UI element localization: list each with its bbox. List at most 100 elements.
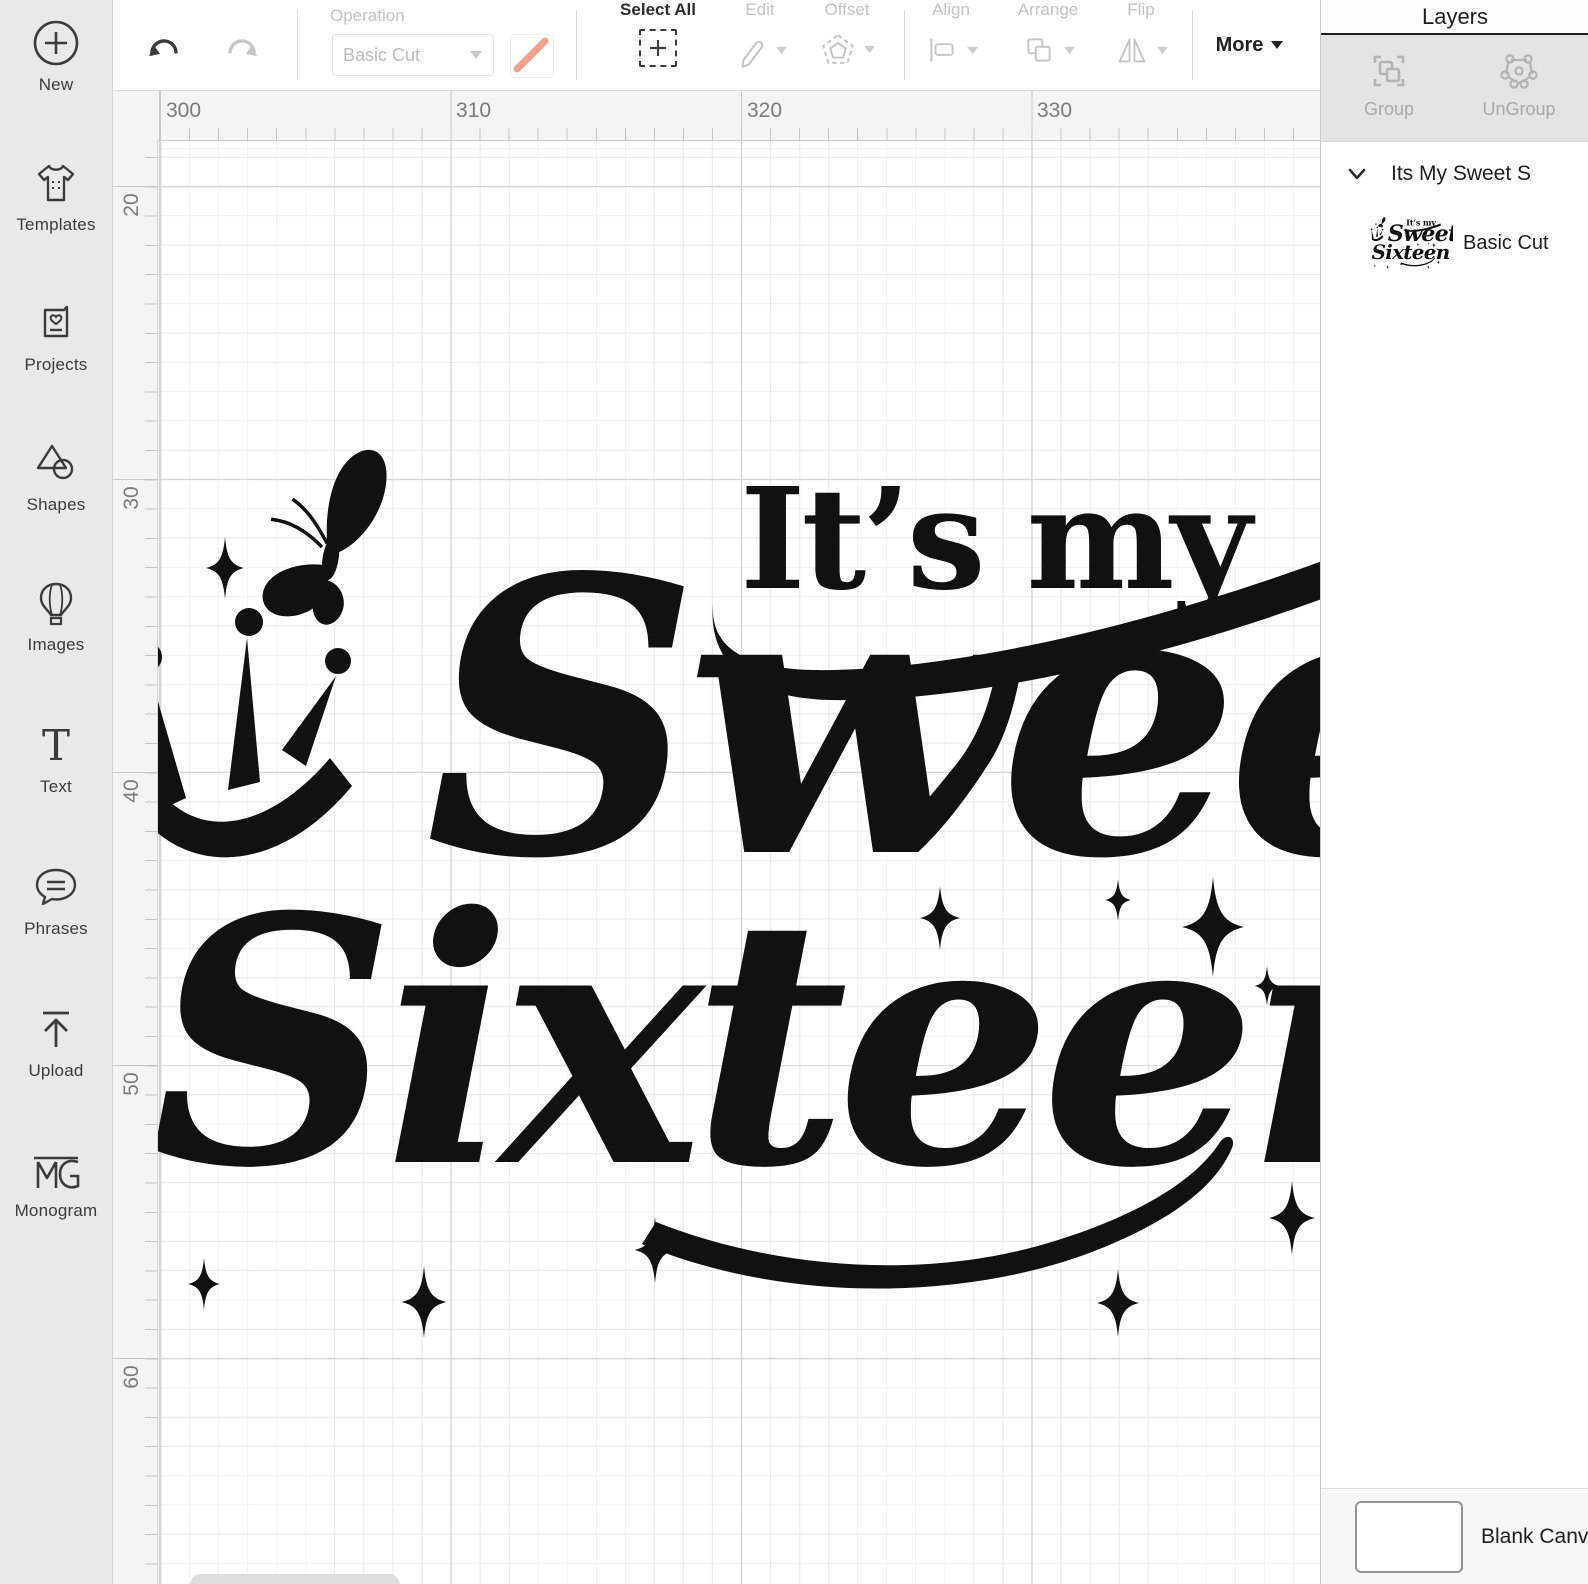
vertical-ruler: 20 30 40 50 60 (112, 140, 158, 1584)
more-label: More (1215, 33, 1264, 56)
ruler-v-label: 20 (120, 193, 143, 217)
layer-group-name: Its My Sweet S (1391, 162, 1532, 185)
layer-item-row[interactable]: Basic Cut (1321, 204, 1588, 282)
svg-text:T: T (42, 722, 70, 770)
offset-pentagon-icon (821, 33, 854, 64)
sidebar: New Templates Projects Shapes Images T T… (0, 0, 113, 1584)
group-label: Group (1363, 99, 1415, 119)
align-icon (929, 38, 954, 62)
flip-icon (1118, 38, 1145, 63)
horizontal-ruler: 300 310 320 330 340 (157, 90, 1320, 141)
color-swatch-button[interactable] (510, 34, 554, 78)
more-button[interactable]: More (1205, 0, 1295, 90)
tshirt-icon (37, 164, 75, 202)
sidebar-item-shapes[interactable]: Shapes (0, 438, 112, 515)
layer-thumbnail (1371, 212, 1453, 274)
toolbar-divider (1192, 10, 1193, 80)
operation-label: Operation (330, 6, 405, 25)
flip-button[interactable]: Flip (1098, 0, 1184, 68)
sidebar-item-label: Projects (24, 355, 88, 374)
sidebar-item-label: Phrases (24, 919, 88, 938)
caret-down-icon (863, 45, 875, 53)
sidebar-item-monogram[interactable]: Monogram (0, 1148, 112, 1221)
redo-button[interactable] (220, 26, 264, 75)
color-swatch-icon (513, 37, 549, 73)
hot-air-balloon-icon (39, 582, 73, 626)
group-button[interactable]: Group (1329, 49, 1449, 120)
blank-canvas-thumbnail (1355, 1501, 1463, 1573)
operation-dropdown[interactable]: Basic Cut (332, 34, 494, 76)
ruler-v-label: 40 (120, 779, 143, 803)
flip-label: Flip (1127, 0, 1155, 19)
caret-down-icon (1271, 41, 1284, 49)
speech-bubble-icon (35, 868, 77, 906)
cricut-design-space-app: New Templates Projects Shapes Images T T… (0, 0, 1588, 1584)
toolbar-divider (576, 10, 577, 80)
sidebar-item-label: Text (40, 777, 72, 796)
align-button[interactable]: Align (905, 0, 997, 68)
ruler-v-label: 60 (120, 1365, 143, 1389)
caret-down-icon (470, 51, 482, 59)
layer-group-row[interactable]: Its My Sweet S (1321, 152, 1588, 196)
sweet-sixteen-design[interactable] (157, 140, 1320, 1584)
layer-item-label: Basic Cut (1463, 231, 1549, 254)
canvas-layer-row[interactable]: Blank Canv (1321, 1488, 1588, 1584)
layers-panel-header: Layers (1321, 0, 1588, 35)
ruler-v-label: 30 (120, 486, 143, 510)
caret-down-icon (775, 46, 787, 54)
group-icon (1373, 55, 1405, 87)
offset-button[interactable]: Offset (792, 0, 902, 68)
pencil-icon (741, 40, 763, 68)
ungroup-button[interactable]: UnGroup (1459, 49, 1579, 120)
arrange-label: Arrange (1017, 0, 1079, 19)
letter-t-icon: T (42, 722, 70, 770)
arrange-button[interactable]: Arrange (998, 0, 1098, 68)
operation-value: Basic Cut (343, 44, 421, 65)
sidebar-item-new[interactable]: New (0, 16, 112, 95)
circle-plus-icon (33, 20, 79, 66)
group-actions-strip: Group UnGroup (1321, 35, 1588, 142)
offset-label: Offset (824, 0, 870, 19)
redo-icon (228, 39, 257, 56)
toolbar-divider (297, 10, 298, 80)
sidebar-item-text[interactable]: T Text (0, 722, 112, 797)
sidebar-item-images[interactable]: Images (0, 578, 112, 655)
caret-down-icon (966, 46, 978, 54)
blank-canvas-label: Blank Canv (1481, 1525, 1588, 1548)
sidebar-item-label: Monogram (14, 1201, 98, 1220)
ungroup-icon (1500, 54, 1538, 89)
sidebar-item-upload[interactable]: Upload (0, 1004, 112, 1081)
ruler-h-label: 330 (1037, 99, 1073, 122)
sidebar-item-label: Shapes (26, 495, 86, 514)
sidebar-item-phrases[interactable]: Phrases (0, 862, 112, 939)
undo-button[interactable] (142, 26, 186, 75)
sidebar-item-templates[interactable]: Templates (0, 158, 112, 235)
ruler-h-label: 320 (747, 99, 783, 122)
sidebar-item-projects[interactable]: Projects (0, 298, 112, 375)
triangle-circle-icon (36, 444, 74, 480)
align-label: Align (932, 0, 970, 19)
caret-down-icon (1156, 46, 1168, 54)
sidebar-item-label: Templates (16, 215, 96, 234)
select-all-icon (639, 29, 677, 67)
ruler-corner (112, 90, 158, 141)
undo-icon (149, 39, 178, 56)
caret-down-icon (1063, 46, 1075, 54)
chevron-down-icon[interactable] (1345, 162, 1369, 186)
edit-label: Edit (745, 0, 775, 19)
upload-arrow-icon (43, 1011, 69, 1047)
project-card-icon (43, 305, 69, 338)
ruler-h-label: 300 (166, 99, 202, 122)
canvas-scrollbar[interactable] (190, 1574, 400, 1584)
arrange-icon (1026, 38, 1051, 62)
select-all-button[interactable]: Select All (603, 0, 713, 67)
layers-title: Layers (1421, 3, 1489, 29)
layers-panel: Layers Group UnGroup Its My Sweet S Basi… (1320, 0, 1588, 1584)
toolbar: Operation Basic Cut Select All Edit Offs… (112, 0, 1320, 91)
sidebar-item-label: Upload (28, 1061, 84, 1080)
ruler-h-label: 310 (456, 99, 492, 122)
monogram-mg-icon (34, 1156, 80, 1189)
sidebar-item-label: Images (27, 635, 85, 654)
ungroup-label: UnGroup (1482, 99, 1556, 119)
design-canvas[interactable]: It’s my Sweet Sixteen (157, 140, 1320, 1584)
